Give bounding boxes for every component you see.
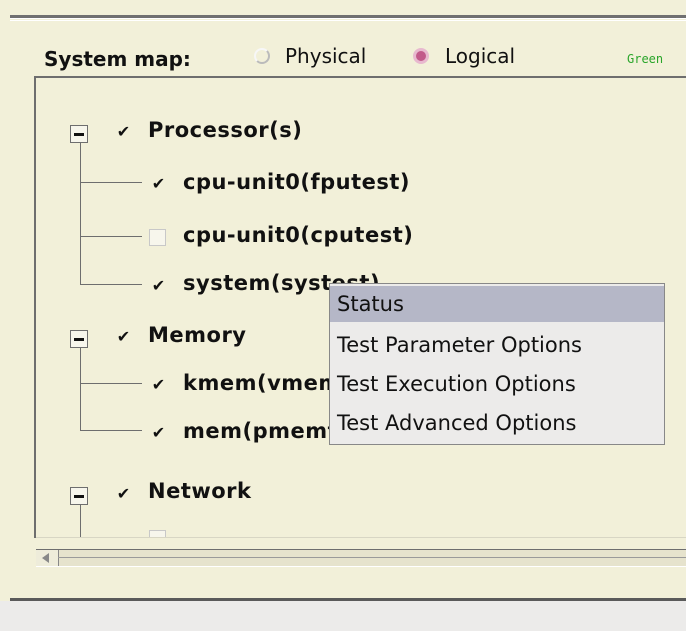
tree-connector [80,430,142,431]
tree-node-fputest[interactable]: cpu-unit0(fputest) [183,170,410,194]
tree-node-processors[interactable]: Processor(s) [148,118,302,142]
systest-checkbox[interactable]: ✔ [150,277,167,294]
tree-connector [80,505,81,538]
horizontal-scrollbar[interactable] [36,549,686,567]
bottom-panel [0,601,686,631]
processors-checkbox[interactable]: ✔ [115,123,132,140]
tree-node-cputest[interactable]: cpu-unit0(cputest) [183,223,413,247]
memory-checkbox[interactable]: ✔ [115,328,132,345]
radio-physical[interactable] [254,48,270,64]
tree-connector [80,236,142,237]
tree-connector [80,383,142,384]
top-separator [10,15,686,19]
menu-item-test-advanced-options[interactable]: Test Advanced Options [330,405,664,441]
scroll-left-button[interactable] [36,550,59,566]
collapse-processors-icon[interactable] [70,125,88,143]
fputest-checkbox[interactable]: ✔ [150,175,167,192]
tree-connector [80,284,142,285]
context-menu: Status Test Parameter Options Test Execu… [329,283,665,445]
cputest-checkbox[interactable] [149,229,166,246]
tree-node-memory[interactable]: Memory [148,323,247,347]
network-checkbox[interactable]: ✔ [115,485,132,502]
scroll-track[interactable] [58,557,686,558]
tree-connector [80,143,81,285]
menu-item-test-parameter-options[interactable]: Test Parameter Options [330,327,664,363]
system-map-label: System map: [44,47,191,71]
tree-connector [80,182,142,183]
radio-logical-label[interactable]: Logical [445,44,515,68]
menu-item-status[interactable]: Status [330,286,664,322]
status-text: Green [627,52,664,66]
tree-node-network[interactable]: Network [148,479,252,503]
menu-item-test-execution-options[interactable]: Test Execution Options [330,366,664,402]
pmem-checkbox[interactable]: ✔ [150,424,167,441]
collapse-network-icon[interactable] [70,487,88,505]
radio-physical-label[interactable]: Physical [285,44,366,68]
kmem-checkbox[interactable]: ✔ [150,376,167,393]
tree-connector [80,348,81,430]
radio-logical[interactable] [413,48,429,64]
chevron-left-icon [42,553,49,563]
collapse-memory-icon[interactable] [70,330,88,348]
